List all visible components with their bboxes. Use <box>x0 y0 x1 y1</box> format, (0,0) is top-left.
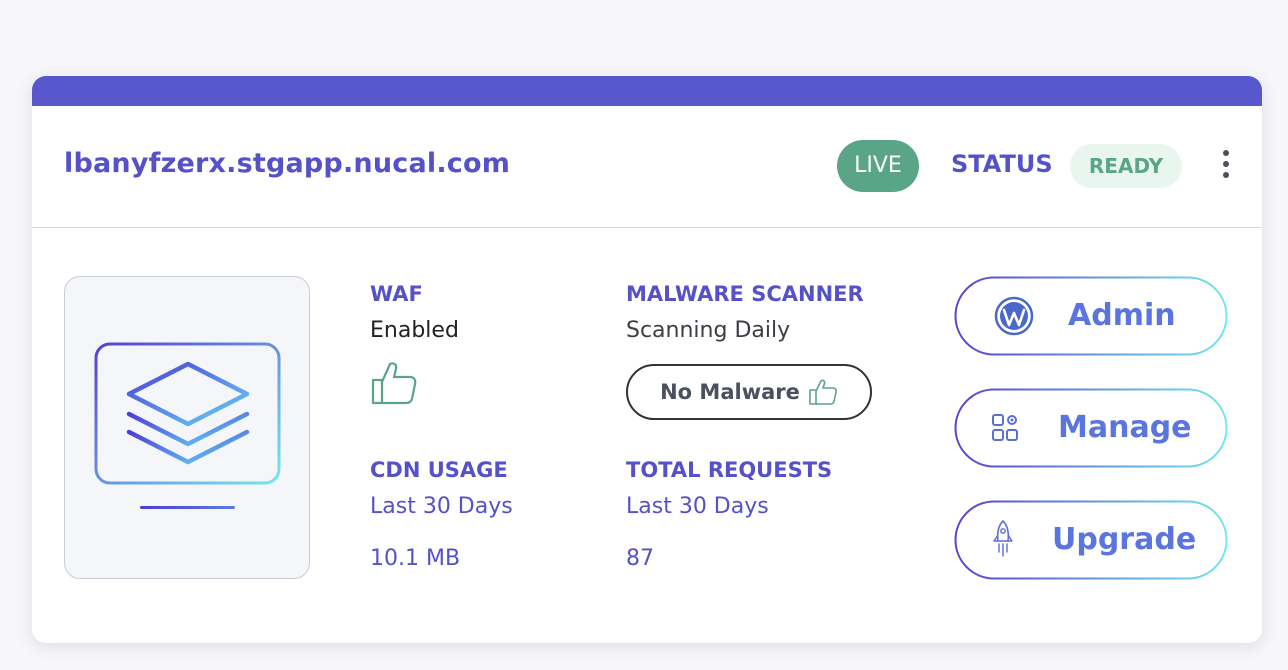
malware-scanner-label: MALWARE SCANNER <box>626 282 864 306</box>
status-badge: READY <box>1070 144 1182 188</box>
total-requests-label: TOTAL REQUESTS <box>626 458 833 482</box>
site-domain-title[interactable]: lbanyfzerx.stgapp.nucal.com <box>64 148 510 179</box>
upgrade-button-label: Upgrade <box>1052 522 1197 557</box>
admin-button[interactable]: Admin <box>954 276 1228 356</box>
malware-result-text: No Malware <box>660 380 800 404</box>
site-card: lbanyfzerx.stgapp.nucal.com LIVE STATUS … <box>32 76 1262 643</box>
total-requests-value: 87 <box>626 546 654 571</box>
cdn-usage-period: Last 30 Days <box>370 494 513 519</box>
more-options-icon[interactable] <box>1212 150 1240 182</box>
layers-monitor-icon <box>94 342 281 509</box>
status-label: STATUS <box>951 150 1053 178</box>
card-accent-bar <box>32 76 1262 106</box>
manage-button[interactable]: Manage <box>954 388 1228 468</box>
malware-scanner-value: Scanning Daily <box>626 318 791 343</box>
waf-label: WAF <box>370 282 423 306</box>
site-preview-thumbnail[interactable] <box>64 276 310 579</box>
card-header: lbanyfzerx.stgapp.nucal.com LIVE STATUS … <box>32 106 1262 228</box>
apps-settings-icon <box>992 414 1018 441</box>
malware-result-badge: No Malware <box>626 364 872 420</box>
live-badge: LIVE <box>837 140 919 192</box>
admin-button-label: Admin <box>1068 298 1176 333</box>
waf-value: Enabled <box>370 318 459 343</box>
cdn-usage-value: 10.1 MB <box>370 546 461 571</box>
thumbs-up-icon <box>371 362 417 405</box>
wordpress-icon <box>994 296 1034 336</box>
manage-button-label: Manage <box>1058 410 1192 445</box>
total-requests-period: Last 30 Days <box>626 494 769 519</box>
rocket-icon <box>993 520 1013 557</box>
cdn-usage-label: CDN USAGE <box>370 458 508 482</box>
upgrade-button[interactable]: Upgrade <box>954 500 1228 580</box>
thumbs-up-icon <box>809 379 837 405</box>
